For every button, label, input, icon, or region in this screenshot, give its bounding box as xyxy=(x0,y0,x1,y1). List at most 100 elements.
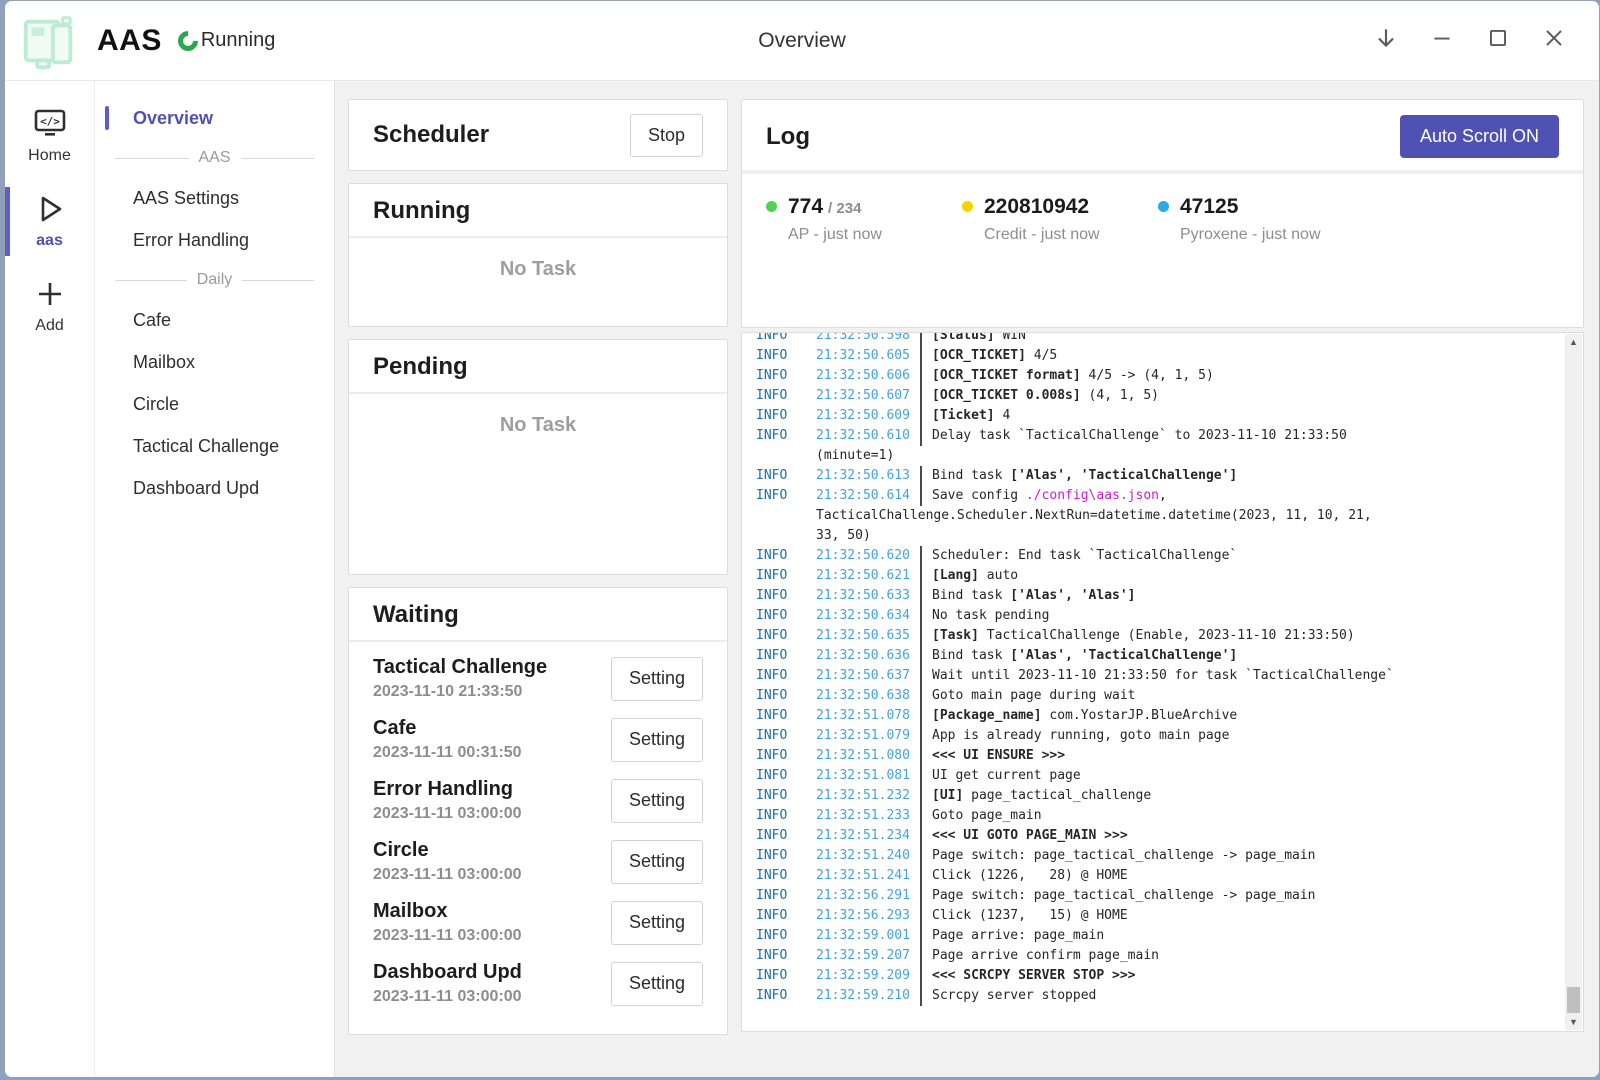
icon-rail: </> Home aasAdd xyxy=(5,81,95,1077)
log-time: 21:32:51.241 xyxy=(816,866,920,886)
log-separator xyxy=(920,946,922,966)
code-monitor-icon: </> xyxy=(32,108,68,140)
log-time: 21:32:50.621 xyxy=(816,566,920,586)
task-info: Circle2023-11-11 03:00:00 xyxy=(373,839,522,884)
log-separator xyxy=(920,986,922,1006)
task-setting-button[interactable]: Setting xyxy=(611,962,703,1006)
log-message: Scheduler: End task `TacticalChallenge` xyxy=(932,546,1553,566)
log-line: INFO21:32:51.078[Package_name] com.Yosta… xyxy=(756,706,1553,726)
task-setting-button[interactable]: Setting xyxy=(611,779,703,823)
log-message: No task pending xyxy=(932,606,1553,626)
log-stat: 47125Pyroxene - just now xyxy=(1158,195,1354,244)
log-message: TacticalChallenge.Scheduler.NextRun=date… xyxy=(816,506,1553,526)
scroll-up-icon[interactable]: ▲ xyxy=(1565,334,1582,350)
log-time: 21:32:56.291 xyxy=(816,886,920,906)
log-separator xyxy=(920,766,922,786)
task-name: Tactical Challenge xyxy=(373,656,547,679)
divider-line xyxy=(115,280,187,281)
log-line: INFO21:32:51.234<<< UI GOTO PAGE_MAIN >>… xyxy=(756,826,1553,846)
window-maximize-button[interactable] xyxy=(1475,18,1521,64)
window-minimize-button[interactable] xyxy=(1419,18,1465,64)
log-line: INFO21:32:51.240Page switch: page_tactic… xyxy=(756,846,1553,866)
log-separator xyxy=(920,426,922,446)
stat-dot-icon xyxy=(1158,201,1169,212)
log-line: INFO21:32:50.633Bind task ['Alas', 'Alas… xyxy=(756,586,1553,606)
task-setting-button[interactable]: Setting xyxy=(611,718,703,762)
log-separator xyxy=(920,786,922,806)
log-line: INFO21:32:56.293Click (1237, 15) @ HOME xyxy=(756,906,1553,926)
log-line: INFO21:32:59.209<<< SCRCPY SERVER STOP >… xyxy=(756,966,1553,986)
task-setting-button[interactable]: Setting xyxy=(611,901,703,945)
pending-title: Pending xyxy=(349,353,727,381)
log-separator xyxy=(920,806,922,826)
task-name: Circle xyxy=(373,839,522,862)
log-level: INFO xyxy=(756,626,816,646)
waiting-task-row: Dashboard Upd2023-11-11 03:00:00Setting xyxy=(349,953,727,1014)
log-level: INFO xyxy=(756,686,816,706)
log-message: [Status] WIN xyxy=(932,332,1553,346)
log-separator xyxy=(920,366,922,386)
log-level: INFO xyxy=(756,606,816,626)
log-separator xyxy=(920,846,922,866)
log-line: INFO21:32:50.614Save config ./config\aas… xyxy=(756,486,1553,506)
auto-scroll-button[interactable]: Auto Scroll ON xyxy=(1400,115,1559,158)
tasks-column: Scheduler Stop Running No Task Pending N… xyxy=(348,99,728,1032)
rail-item-aas[interactable]: aas xyxy=(5,181,94,262)
log-stat: 774/ 234AP - just now xyxy=(766,195,962,244)
log-message: Bind task ['Alas', 'Alas'] xyxy=(932,586,1553,606)
rail-item-home[interactable]: </> Home xyxy=(5,96,94,177)
log-level: INFO xyxy=(756,826,816,846)
log-message: 33, 50) xyxy=(816,526,1553,546)
log-level: INFO xyxy=(756,746,816,766)
divider-line xyxy=(241,158,315,159)
log-time: 21:32:51.080 xyxy=(816,746,920,766)
window-close-button[interactable] xyxy=(1531,18,1577,64)
app-window: AAS Running Overview </>HomeaasAdd Overv… xyxy=(4,0,1600,1078)
log-level: INFO xyxy=(756,346,816,366)
nav-item-error-handling[interactable]: Error Handling xyxy=(95,219,334,261)
rail-item-label: Home xyxy=(28,147,71,165)
log-line: INFO21:32:56.291Page switch: page_tactic… xyxy=(756,886,1553,906)
task-setting-button[interactable]: Setting xyxy=(611,840,703,884)
log-level: INFO xyxy=(756,846,816,866)
scroll-down-icon[interactable]: ▼ xyxy=(1565,1014,1582,1030)
log-message: App is already running, goto main page xyxy=(932,726,1553,746)
app-logo-icon xyxy=(17,10,81,72)
log-separator xyxy=(920,866,922,886)
log-level: INFO xyxy=(756,986,816,1006)
log-view[interactable]: INFO21:32:50.598[Status] WININFO21:32:50… xyxy=(741,332,1584,1032)
nav-item-overview[interactable]: Overview xyxy=(95,97,334,139)
scrollbar-thumb[interactable] xyxy=(1567,987,1580,1013)
nav-item-dashboard-upd[interactable]: Dashboard Upd xyxy=(95,467,334,509)
log-level: INFO xyxy=(756,546,816,566)
log-time: 21:32:51.078 xyxy=(816,706,920,726)
log-separator xyxy=(920,566,922,586)
minimize-icon xyxy=(1429,25,1455,56)
nav-item-tactical-challenge[interactable]: Tactical Challenge xyxy=(95,425,334,467)
window-download-button[interactable] xyxy=(1363,18,1409,64)
log-level: INFO xyxy=(756,886,816,906)
log-separator xyxy=(920,546,922,566)
stat-dot-icon xyxy=(962,201,973,212)
log-scrollbar[interactable]: ▲ ▼ xyxy=(1565,334,1582,1030)
log-line: INFO21:32:50.637Wait until 2023-11-10 21… xyxy=(756,666,1553,686)
log-message: Goto page_main xyxy=(932,806,1553,826)
task-next-run: 2023-11-11 03:00:00 xyxy=(373,988,522,1006)
log-separator xyxy=(920,966,922,986)
log-time: 21:32:50.634 xyxy=(816,606,920,626)
nav-item-aas-settings[interactable]: AAS Settings xyxy=(95,177,334,219)
log-time: 21:32:50.610 xyxy=(816,426,920,446)
nav-item-circle[interactable]: Circle xyxy=(95,383,334,425)
rail-item-add[interactable]: Add xyxy=(5,266,94,347)
log-separator xyxy=(920,386,922,406)
nav-item-cafe[interactable]: Cafe xyxy=(95,299,334,341)
task-setting-button[interactable]: Setting xyxy=(611,657,703,701)
nav-item-mailbox[interactable]: Mailbox xyxy=(95,341,334,383)
log-line: INFO21:32:50.606[OCR_TICKET format] 4/5 … xyxy=(756,366,1553,386)
window-controls xyxy=(1363,18,1577,64)
stop-button[interactable]: Stop xyxy=(630,114,703,157)
log-line: INFO21:32:50.610Delay task `TacticalChal… xyxy=(756,426,1553,446)
running-title: Running xyxy=(349,197,727,225)
task-info: Tactical Challenge2023-11-10 21:33:50 xyxy=(373,656,547,701)
log-line: (minute=1) xyxy=(756,446,1553,466)
